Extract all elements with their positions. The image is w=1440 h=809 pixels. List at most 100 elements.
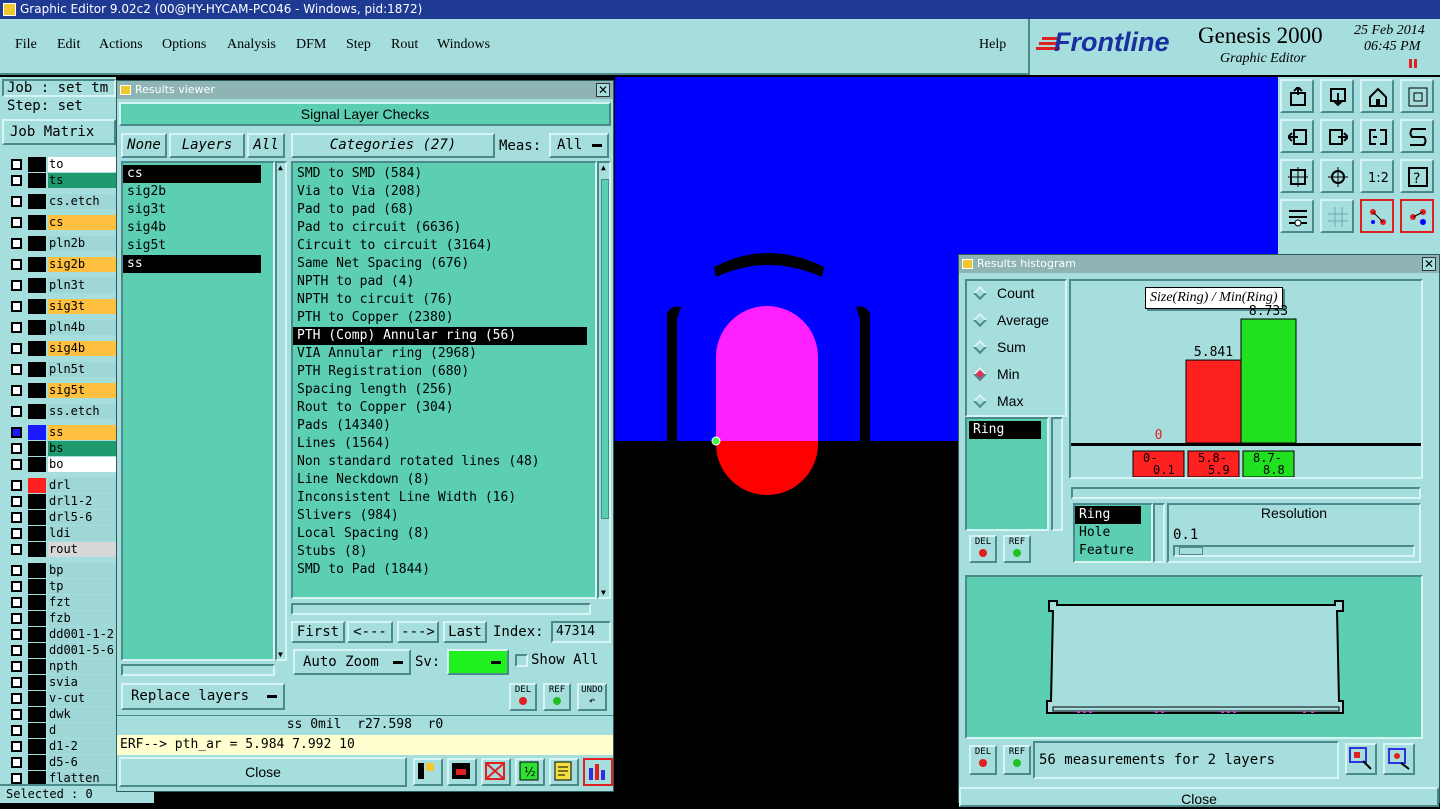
zoom-down-icon[interactable] <box>1320 79 1354 113</box>
layer-name[interactable]: rout <box>48 542 120 557</box>
zoom-home-up-icon[interactable] <box>1280 79 1314 113</box>
preview-del-button[interactable]: DEL <box>969 745 997 775</box>
layer-name[interactable]: d1-2 <box>48 739 120 754</box>
fit-window-icon[interactable] <box>1400 79 1434 113</box>
layer-color-swatch[interactable] <box>28 425 46 440</box>
layer-color-swatch[interactable] <box>28 643 46 658</box>
layer-row[interactable]: bs <box>8 441 120 456</box>
category-item[interactable]: Pad to pad (68) <box>293 201 587 219</box>
highlight-tool-icon[interactable] <box>447 758 477 786</box>
menu-step[interactable]: Step <box>346 37 371 53</box>
layer-list-item[interactable]: cs <box>123 165 261 183</box>
layer-checkbox[interactable] <box>11 645 22 656</box>
layer-checkbox[interactable] <box>11 280 22 291</box>
last-button[interactable]: Last <box>443 621 487 643</box>
pad-highlight[interactable] <box>716 306 818 441</box>
layer-checkbox[interactable] <box>11 677 22 688</box>
layer-color-swatch[interactable] <box>28 691 46 706</box>
layer-row[interactable]: sig3t <box>8 299 120 314</box>
index-input[interactable]: 47314 <box>551 621 611 643</box>
layer-checkbox[interactable] <box>11 512 22 523</box>
menu-options[interactable]: Options <box>162 37 206 53</box>
layer-color-swatch[interactable] <box>28 257 46 272</box>
hist-del-button[interactable]: DEL <box>969 535 997 563</box>
layer-row[interactable]: d1-2 <box>8 739 120 754</box>
layer-checkbox[interactable] <box>11 406 22 417</box>
layer-row[interactable]: npth <box>8 659 120 674</box>
layer-checkbox[interactable] <box>11 427 22 438</box>
layer-name[interactable]: fzt <box>48 595 120 610</box>
layer-list-item[interactable]: sig5t <box>123 237 261 255</box>
menu-actions[interactable]: Actions <box>99 37 143 53</box>
zoom-results-icon[interactable] <box>1345 743 1377 775</box>
layer-color-swatch[interactable] <box>28 404 46 419</box>
category-item[interactable]: Pad to circuit (6636) <box>293 219 587 237</box>
menu-file[interactable]: File <box>15 37 37 53</box>
layer-checkbox[interactable] <box>11 343 22 354</box>
layer-checkbox[interactable] <box>11 773 22 784</box>
layer-name[interactable]: bo <box>48 457 120 472</box>
layer-name[interactable]: d <box>48 723 120 738</box>
layer-checkbox[interactable] <box>11 322 22 333</box>
pan-right-icon[interactable] <box>1320 119 1354 153</box>
layers-hscrollbar[interactable] <box>121 664 275 676</box>
home-icon[interactable] <box>1360 79 1394 113</box>
menu-analysis[interactable]: Analysis <box>227 37 276 53</box>
layer-name[interactable]: ss.etch <box>48 404 120 419</box>
mirror-icon[interactable] <box>1400 119 1434 153</box>
layers-list[interactable]: cs sig2b sig3t sig4b sig5t ss <box>121 161 275 661</box>
layer-checkbox[interactable] <box>11 565 22 576</box>
job-matrix-button[interactable]: Job Matrix <box>2 119 116 145</box>
zoom-center-icon[interactable] <box>1320 159 1354 193</box>
snap-points-icon[interactable] <box>1360 199 1394 233</box>
layer-checkbox[interactable] <box>11 661 22 672</box>
layer-checkbox[interactable] <box>11 725 22 736</box>
layer-row[interactable]: ts <box>8 173 120 188</box>
menu-help[interactable]: Help <box>979 37 1006 53</box>
layer-name[interactable]: cs <box>48 215 120 230</box>
layer-color-swatch[interactable] <box>28 215 46 230</box>
close-icon[interactable]: ✕ <box>596 83 610 97</box>
measurement-marker[interactable] <box>711 436 721 446</box>
layer-name[interactable]: bs <box>48 441 120 456</box>
mode-radio[interactable]: Average <box>972 312 1065 332</box>
all-layers-button[interactable]: All <box>247 133 285 158</box>
undo-button[interactable]: UNDO ↶ <box>577 683 607 711</box>
layer-checkbox[interactable] <box>11 757 22 768</box>
layer-row[interactable]: ss.etch <box>8 404 120 419</box>
categories-hscrollbar[interactable] <box>291 603 591 615</box>
layer-name[interactable]: ss <box>48 425 120 440</box>
rotate-icon[interactable] <box>1360 119 1394 153</box>
layer-row[interactable]: to <box>8 157 120 172</box>
mode-radio[interactable]: Min <box>972 366 1065 386</box>
category-item[interactable]: Inconsistent Line Width (16) <box>293 489 587 507</box>
prev-button[interactable]: <--- <box>347 621 393 643</box>
layer-name[interactable]: drl <box>48 478 120 493</box>
layer-checkbox[interactable] <box>11 528 22 539</box>
layers-button[interactable]: Layers <box>169 133 245 158</box>
layer-color-swatch[interactable] <box>28 341 46 356</box>
menu-dfm[interactable]: DFM <box>296 37 326 53</box>
layer-color-swatch[interactable] <box>28 194 46 209</box>
feature-scrollbar[interactable] <box>1153 503 1165 563</box>
preview-ref-button[interactable]: REF <box>1003 745 1031 775</box>
layer-color-swatch[interactable] <box>28 320 46 335</box>
layer-row[interactable]: dwk <box>8 707 120 722</box>
feature-item[interactable]: Hole <box>1075 524 1141 542</box>
hist-ref-button[interactable]: REF <box>1003 535 1031 563</box>
category-item[interactable]: Local Spacing (8) <box>293 525 587 543</box>
menu-windows[interactable]: Windows <box>437 37 490 53</box>
layer-checkbox[interactable] <box>11 693 22 704</box>
menu-edit[interactable]: Edit <box>57 37 80 53</box>
category-item[interactable]: Stubs (8) <box>293 543 587 561</box>
layer-checkbox[interactable] <box>11 196 22 207</box>
category-item[interactable]: VIA Annular ring (2968) <box>293 345 587 363</box>
layer-row[interactable]: sig4b <box>8 341 120 356</box>
layer-color-swatch[interactable] <box>28 595 46 610</box>
category-item[interactable]: NPTH to pad (4) <box>293 273 587 291</box>
histogram-close-button[interactable]: Close <box>959 787 1439 807</box>
layer-name[interactable]: pln5t <box>48 362 120 377</box>
layer-checkbox[interactable] <box>11 741 22 752</box>
delete-results-icon[interactable] <box>481 758 511 786</box>
renumber-icon[interactable]: ½ <box>515 758 545 786</box>
